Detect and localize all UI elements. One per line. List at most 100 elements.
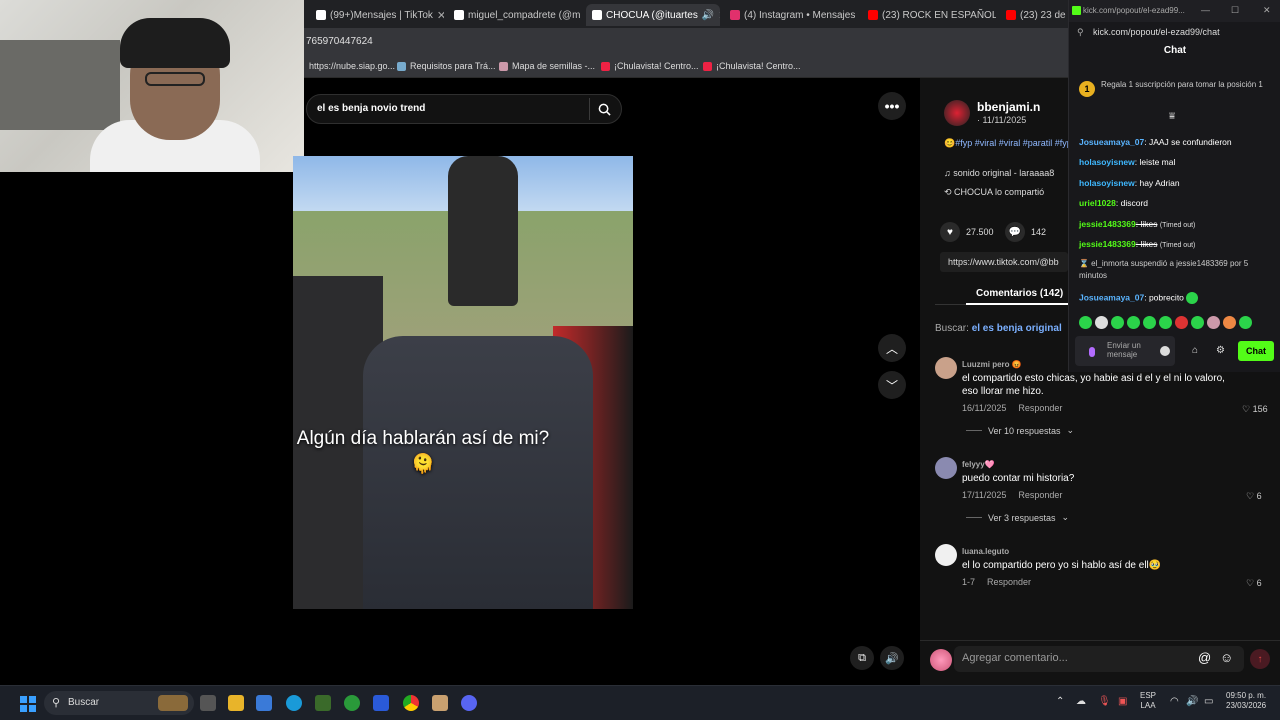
emoji-icon[interactable]: ☺ (1220, 650, 1233, 665)
chat-username[interactable]: Josueamaya_07 (1079, 292, 1144, 302)
chrome-icon[interactable] (403, 695, 419, 711)
view-replies-button[interactable]: Ver 10 respuestas ⌄ (966, 425, 1074, 436)
chat-username[interactable]: uriel1028 (1079, 198, 1116, 208)
browser-tab[interactable]: (23) ROCK EN ESPAÑOL ● ✕ (862, 4, 996, 26)
reply-button[interactable]: Responder (1018, 403, 1062, 413)
comment-likes[interactable]: ♡ 6 (1246, 491, 1262, 502)
recording-icon[interactable]: ▣ (1118, 696, 1127, 707)
emote-icon[interactable] (1111, 316, 1124, 329)
commenter-name[interactable]: felyyy🩷 (962, 460, 995, 469)
close-icon[interactable]: ✕ (718, 9, 720, 22)
search-input[interactable]: el es benja novio trend (306, 94, 622, 124)
bookmark-item[interactable]: Mapa de semillas -... (499, 61, 595, 71)
chat-username[interactable]: jessie1483369 (1079, 239, 1136, 249)
commenter-avatar[interactable] (935, 457, 957, 479)
chat-username[interactable]: Josueamaya_07 (1079, 137, 1144, 147)
windows-start-icon[interactable] (20, 696, 36, 712)
chevron-down-icon[interactable]: ﹀ (878, 371, 906, 399)
minimize-icon[interactable]: — (1201, 5, 1210, 15)
browser-tab[interactable]: (99+)Mensajes | TikTok ✕ (310, 4, 444, 26)
reply-button[interactable]: Responder (987, 577, 1031, 587)
browser-tab[interactable]: miguel_compadrete (@m ✕ (448, 4, 582, 26)
volume-icon[interactable]: 🔊 (880, 646, 904, 670)
send-icon[interactable]: ↑ (1250, 649, 1270, 669)
wifi-icon[interactable]: ◠ (1170, 696, 1179, 707)
pinned-icon[interactable]: ⩸ (1169, 111, 1175, 122)
comment-likes[interactable]: ♡ 6 (1246, 578, 1262, 589)
view-replies-button[interactable]: Ver 3 respuestas ⌄ (966, 512, 1069, 523)
bookmark-item[interactable]: https://nube.siap.go... (309, 61, 395, 71)
volume-icon[interactable]: 🔊 (1186, 696, 1198, 707)
commenter-name[interactable]: luana.leguto (962, 547, 1009, 556)
battery-icon[interactable]: ▭ (1204, 696, 1213, 707)
emote-icon[interactable] (1159, 316, 1172, 329)
cloud-icon[interactable]: ☁ (1076, 696, 1086, 707)
site-info-icon[interactable]: ⚲ (1077, 27, 1084, 38)
video-link[interactable]: https://www.tiktok.com/@bb (940, 252, 1068, 272)
microphone-icon[interactable] (1089, 347, 1095, 357)
emote-icon[interactable] (1127, 316, 1140, 329)
gift-sub-promo[interactable]: Regala 1 suscripción para tomar la posic… (1101, 80, 1271, 89)
comment-likes[interactable]: ♡ 156 (1242, 404, 1268, 415)
close-icon[interactable]: ✕ (1263, 5, 1271, 16)
comment-icon[interactable]: 💬 (1005, 222, 1025, 242)
chat-send-button[interactable]: Chat (1238, 341, 1274, 361)
video-player[interactable]: Algún día hablarán así de mi?🫠 (293, 156, 633, 609)
emote-icon[interactable] (1223, 316, 1236, 329)
emoji-picker-icon[interactable] (1160, 346, 1170, 356)
tab-comments[interactable]: Comentarios (142) (976, 288, 1063, 299)
edge-icon[interactable] (286, 695, 302, 711)
close-icon[interactable]: ✕ (437, 9, 444, 22)
maximize-icon[interactable]: ☐ (1231, 5, 1239, 16)
commenter-avatar[interactable] (935, 357, 957, 379)
mention-icon[interactable]: @ (1198, 650, 1211, 665)
emote-icon[interactable] (1143, 316, 1156, 329)
xbox-icon[interactable] (344, 695, 360, 711)
comment-search-suggestion[interactable]: Buscar: el es benja original (935, 323, 1062, 334)
chevron-up-icon[interactable]: ︿ (878, 334, 906, 362)
keyboard-language[interactable]: ESP LAA (1140, 691, 1156, 711)
commenter-name[interactable]: Luuzmi pero 😡 (962, 360, 1022, 369)
outlook-icon[interactable] (373, 695, 389, 711)
app-icon[interactable] (432, 695, 448, 711)
microphone-icon[interactable]: 🎙 (1098, 696, 1111, 707)
chat-username[interactable]: holasoyisnew (1079, 157, 1135, 167)
address-bar[interactable]: 765970447624 (304, 28, 1068, 56)
chat-username[interactable]: holasoyisnew (1079, 178, 1135, 188)
emote-icon[interactable] (1175, 316, 1188, 329)
post-music[interactable]: ♫ sonido original - laraaaa8 (944, 168, 1054, 178)
taskbar-search[interactable]: ⚲ Buscar (44, 691, 194, 715)
bookmark-item[interactable]: ¡Chulavista! Centro... (601, 61, 699, 71)
comment-stat[interactable]: 💬 142 (1005, 222, 1046, 242)
file-explorer-icon[interactable] (228, 695, 244, 711)
chevron-up-icon[interactable]: ⌃ (1056, 696, 1064, 707)
browser-tab-active[interactable]: CHOCUA (@ituartes 🔊 ✕ (586, 4, 720, 26)
bookmark-item[interactable]: Requisitos para Trá... (397, 61, 496, 71)
browser-tab[interactable]: (23) 23 de m (1000, 4, 1068, 26)
discord-icon[interactable] (461, 695, 477, 711)
post-hashtags[interactable]: 😊#fyp #viral #viral #paratil #fypppppppp… (944, 137, 1069, 149)
emote-icon[interactable] (1191, 316, 1204, 329)
commenter-avatar[interactable] (935, 544, 957, 566)
bookmark-item[interactable]: ¡Chulavista! Centro... (703, 61, 801, 71)
gift-icon[interactable]: ⌂ (1192, 345, 1198, 356)
chat-username[interactable]: jessie1483369 (1079, 219, 1136, 229)
system-clock[interactable]: 09:50 p. m. 23/03/2026 (1226, 691, 1266, 711)
pip-icon[interactable]: ⧉ (850, 646, 874, 670)
task-view-icon[interactable] (200, 695, 216, 711)
more-options-icon[interactable]: ••• (878, 92, 906, 120)
author-name[interactable]: bbenjami.n (977, 100, 1040, 114)
heart-icon[interactable]: ♥ (940, 222, 960, 242)
emote-icon[interactable] (1207, 316, 1220, 329)
search-icon[interactable] (589, 98, 619, 120)
gear-icon[interactable]: ⚙ (1216, 345, 1225, 356)
browser-tab[interactable]: (4) Instagram • Mensajes ✕ (724, 4, 858, 26)
emote-icon[interactable] (1239, 316, 1252, 329)
like-stat[interactable]: ♥ 27.500 (940, 222, 994, 242)
emote-icon[interactable] (1095, 316, 1108, 329)
store-icon[interactable] (256, 695, 272, 711)
reply-button[interactable]: Responder (1018, 490, 1062, 500)
minecraft-icon[interactable] (315, 695, 331, 711)
author-avatar[interactable] (944, 100, 970, 126)
emote-icon[interactable] (1079, 316, 1092, 329)
